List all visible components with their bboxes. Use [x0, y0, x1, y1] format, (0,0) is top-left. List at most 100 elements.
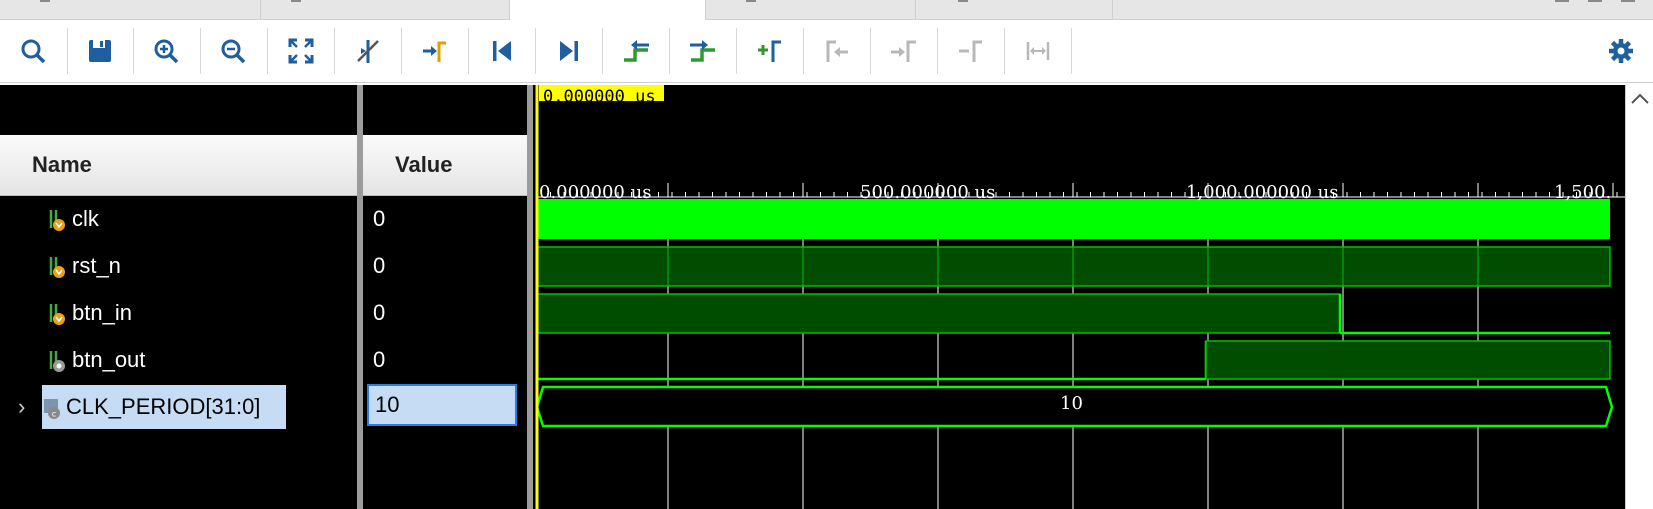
- parameter-icon: c: [44, 399, 60, 419]
- chevron-right-icon[interactable]: ›: [18, 394, 42, 420]
- toolbar-divider: [200, 28, 201, 74]
- signal-name-panel: Name clk rst_n btn_in btn_out › c CLK_PE…: [0, 85, 357, 509]
- swap-cursors-button[interactable]: [1020, 33, 1056, 69]
- toolbar-divider: [334, 28, 335, 74]
- delete-marker-button[interactable]: [953, 33, 989, 69]
- save-icon: [89, 40, 111, 62]
- signal-row-rst-n[interactable]: rst_n: [0, 246, 357, 286]
- next-marker-button[interactable]: [886, 33, 922, 69]
- signal-value: 0: [373, 253, 386, 278]
- signal-name: btn_in: [72, 300, 132, 325]
- tab-4[interactable]: [706, 0, 916, 19]
- zoom-out-button[interactable]: [215, 33, 251, 69]
- toolbar-divider: [669, 28, 670, 74]
- toolbar-divider: [468, 28, 469, 74]
- toolbar-divider: [803, 28, 804, 74]
- value-column-header[interactable]: Value: [363, 135, 527, 196]
- add-marker-icon: [758, 40, 781, 62]
- signal-name: rst_n: [72, 253, 121, 278]
- tab-2[interactable]: [261, 0, 510, 19]
- minimize-tab-icon[interactable]: [40, 0, 50, 2]
- scroll-up-icon[interactable]: [1626, 87, 1653, 111]
- add-marker-button[interactable]: [752, 33, 788, 69]
- minimize-tab-icon[interactable]: [291, 0, 301, 2]
- swap-cursors-icon: [1026, 42, 1050, 60]
- next-transition-button[interactable]: [685, 33, 721, 69]
- previous-transition-button[interactable]: [618, 33, 654, 69]
- time-ruler: [536, 183, 1625, 198]
- input-port-icon: [49, 210, 65, 231]
- name-column-header[interactable]: Name: [0, 135, 357, 196]
- signal-value-panel: Value 0 0 0 0 10: [363, 85, 527, 509]
- input-port-icon: [49, 304, 65, 325]
- waveform-canvas: [535, 85, 1625, 509]
- svg-text:c: c: [52, 410, 56, 419]
- toolbar-divider: [67, 28, 68, 74]
- toolbar-divider: [602, 28, 603, 74]
- name-header-label: Name: [32, 152, 92, 177]
- toolbar-divider: [870, 28, 871, 74]
- tab-strip: [0, 0, 1653, 20]
- ruler-label: 1,500.: [1554, 182, 1612, 203]
- ruler-label: 0.000000 us: [539, 182, 652, 203]
- bus-value-label: 10: [1060, 393, 1083, 414]
- input-port-icon: [49, 257, 65, 278]
- close-icon[interactable]: [1621, 0, 1635, 2]
- signal-name: clk: [72, 206, 99, 231]
- next-marker-icon: [891, 40, 916, 62]
- signal-row-clk-period[interactable]: › c CLK_PERIOD[31:0]: [0, 385, 357, 429]
- tab-active[interactable]: [510, 0, 706, 20]
- go-to-start-icon: [493, 41, 511, 61]
- minimize-tab-icon[interactable]: [958, 0, 968, 2]
- zoom-in-icon: [154, 39, 179, 64]
- ruler-label: 1,000.000000 us: [1186, 182, 1339, 203]
- toolbar-divider: [1071, 28, 1072, 74]
- previous-marker-button[interactable]: [819, 33, 855, 69]
- go-to-time-zero-icon: [423, 41, 446, 62]
- toolbar-divider: [535, 28, 536, 74]
- value-header-label: Value: [395, 152, 453, 177]
- zoom-fit-icon: [288, 38, 314, 64]
- vertical-scrollbar[interactable]: [1625, 85, 1653, 509]
- go-to-end-icon: [560, 41, 578, 61]
- signal-name: CLK_PERIOD[31:0]: [66, 394, 261, 419]
- next-transition-icon: [690, 40, 715, 62]
- cursor-time-label[interactable]: 0.000000 us: [539, 85, 664, 101]
- toolbar-divider: [937, 28, 938, 74]
- zoom-in-button[interactable]: [148, 33, 184, 69]
- tab-1[interactable]: [0, 0, 261, 19]
- go-to-start-button[interactable]: [484, 33, 520, 69]
- zoom-to-cursor-button[interactable]: [350, 33, 386, 69]
- toolbar-divider: [1004, 28, 1005, 74]
- maximize-icon[interactable]: [1588, 0, 1602, 2]
- signal-value-selected[interactable]: 10: [367, 384, 517, 426]
- previous-transition-icon: [624, 40, 649, 62]
- minimize-icon[interactable]: [1555, 0, 1569, 2]
- save-button[interactable]: [82, 33, 118, 69]
- search-button[interactable]: [15, 33, 51, 69]
- tab-5[interactable]: [916, 0, 1113, 19]
- toolbar-divider: [736, 28, 737, 74]
- tab-6[interactable]: [1113, 0, 1653, 19]
- signal-row-btn-in[interactable]: btn_in: [0, 293, 357, 333]
- signal-value-text: 10: [375, 392, 400, 417]
- go-to-time-zero-button[interactable]: [417, 33, 453, 69]
- search-icon: [21, 39, 46, 64]
- settings-button[interactable]: [1603, 33, 1639, 69]
- zoom-fit-button[interactable]: [283, 33, 319, 69]
- signal-name: btn_out: [72, 347, 146, 372]
- signal-row-clk[interactable]: clk: [0, 199, 357, 239]
- signal-value: 0: [373, 347, 386, 372]
- waveform-viewer[interactable]: 0.000000 us 0.000000 us 500.000000 us 1,…: [533, 85, 1625, 509]
- minimize-tab-icon[interactable]: [746, 0, 756, 2]
- btn-in-wave: [536, 293, 1610, 335]
- zoom-to-cursor-icon: [357, 40, 379, 63]
- gear-icon: [1609, 39, 1633, 63]
- rst-n-wave: [536, 246, 1611, 287]
- clk-wave: [537, 199, 1610, 239]
- signal-value: 0: [373, 206, 386, 231]
- signal-row-btn-out[interactable]: btn_out: [0, 340, 357, 380]
- signal-value: 0: [373, 300, 386, 325]
- toolbar-divider: [267, 28, 268, 74]
- go-to-end-button[interactable]: [551, 33, 587, 69]
